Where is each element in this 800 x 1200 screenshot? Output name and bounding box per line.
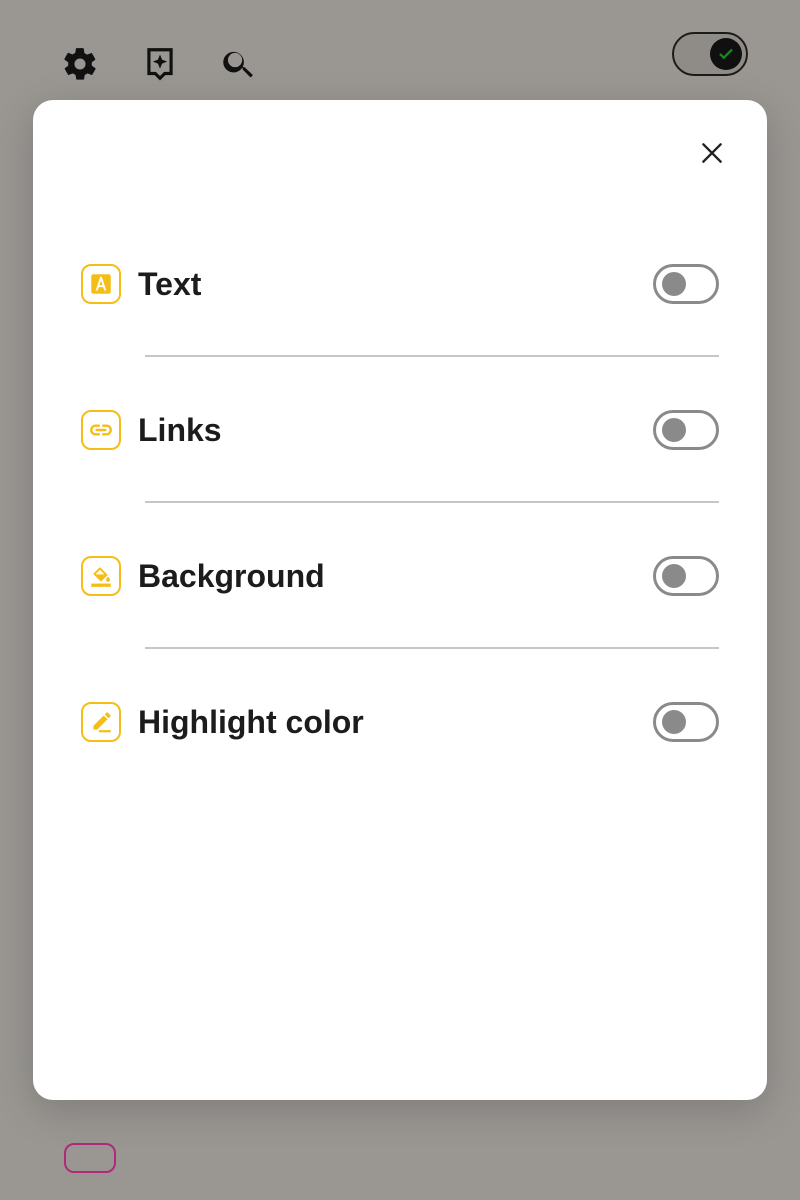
setting-row-highlight-color: Highlight color: [81, 700, 719, 744]
switch-knob: [662, 272, 686, 296]
close-icon: [702, 143, 722, 163]
check-icon: [719, 48, 733, 60]
links-toggle[interactable]: [653, 410, 719, 450]
color-settings-dialog: Text Links Background Highlight color: [33, 100, 767, 1100]
highlighter-icon: [81, 702, 121, 742]
divider: [145, 355, 719, 357]
text-color-icon: [81, 264, 121, 304]
divider: [145, 501, 719, 503]
setting-label: Background: [138, 557, 325, 594]
background-chip: [64, 1143, 116, 1173]
setting-label: Text: [138, 265, 202, 302]
paint-bucket-icon: [81, 556, 121, 596]
highlight-color-toggle[interactable]: [653, 702, 719, 742]
setting-row-background: Background: [81, 554, 719, 598]
switch-knob: [662, 418, 686, 442]
divider: [145, 647, 719, 649]
switch-knob: [662, 710, 686, 734]
search-icon[interactable]: [219, 44, 259, 84]
theme-toggle-knob: [710, 38, 742, 70]
close-button[interactable]: [687, 128, 737, 178]
setting-label: Highlight color: [138, 703, 364, 740]
text-toggle[interactable]: [653, 264, 719, 304]
theme-toggle[interactable]: [672, 32, 748, 76]
setting-label: Links: [138, 411, 222, 448]
switch-knob: [662, 564, 686, 588]
setting-row-links: Links: [81, 408, 719, 452]
link-icon: [81, 410, 121, 450]
gear-icon[interactable]: [60, 44, 100, 84]
add-bookmark-icon[interactable]: [140, 44, 180, 84]
background-toggle[interactable]: [653, 556, 719, 596]
setting-row-text: Text: [81, 262, 719, 306]
